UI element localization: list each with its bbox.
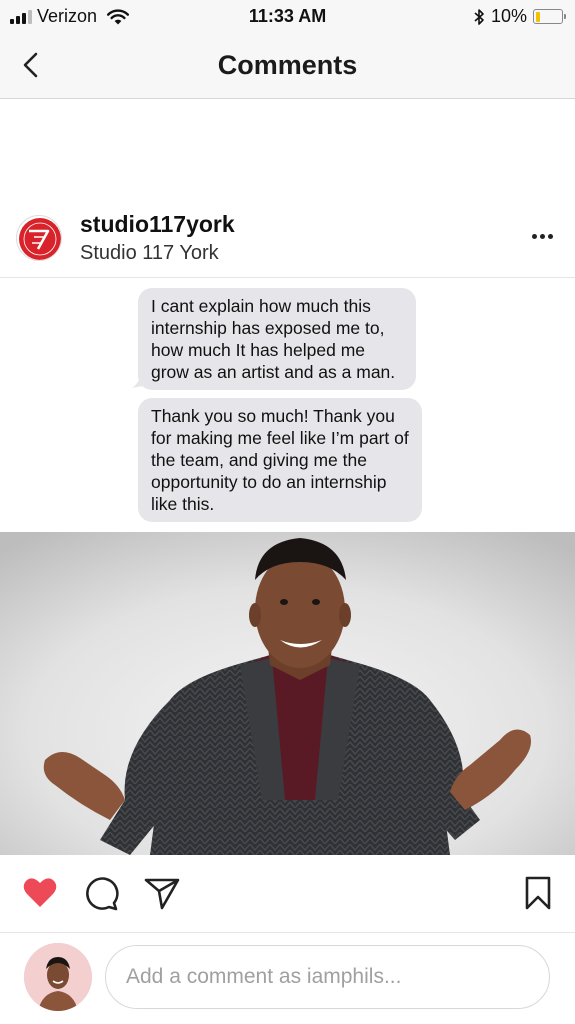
battery-icon: [533, 9, 566, 24]
page-title: Comments: [217, 50, 358, 80]
comment-bar: [0, 934, 575, 1024]
battery-percent: 10%: [490, 6, 527, 26]
post-header: studio117york Studio 117 York: [0, 200, 575, 278]
nav-bar: Comments: [0, 34, 575, 99]
more-horizontal-icon[interactable]: [532, 234, 553, 239]
message-bubble: I cant explain how much this internship …: [138, 288, 416, 390]
heart-filled-icon[interactable]: [21, 874, 59, 912]
brand-logo-avatar[interactable]: [16, 215, 62, 261]
comment-input[interactable]: [105, 945, 550, 1009]
studio-logo-icon: [19, 218, 61, 260]
status-right: 10%: [473, 6, 566, 27]
bookmark-icon[interactable]: [519, 874, 557, 912]
bluetooth-icon: [474, 8, 484, 25]
message-bubble: Thank you so much! Thank you for making …: [138, 398, 422, 522]
comment-icon[interactable]: [82, 874, 120, 912]
battery-level-fill: [535, 11, 540, 22]
post-username[interactable]: studio117york: [80, 211, 235, 238]
send-icon[interactable]: [143, 874, 181, 912]
post-actions: [0, 855, 575, 933]
post-location[interactable]: Studio 117 York: [80, 242, 219, 265]
user-avatar-image: [24, 943, 92, 1011]
user-avatar[interactable]: [24, 943, 92, 1011]
bubble-tail: [132, 372, 150, 388]
status-bar: Verizon 11:33 AM 10%: [0, 0, 575, 34]
